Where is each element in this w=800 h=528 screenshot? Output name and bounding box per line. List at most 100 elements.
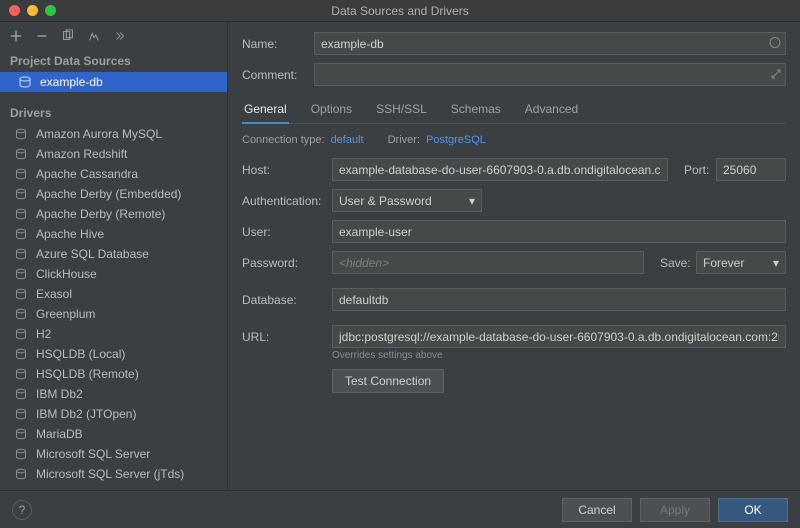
driver-item[interactable]: HSQLDB (Local) — [0, 344, 227, 364]
driver-icon — [14, 127, 28, 141]
driver-label: Amazon Redshift — [36, 147, 127, 161]
datasources-heading: Project Data Sources — [0, 50, 227, 72]
driver-label: Apache Hive — [36, 227, 104, 241]
driver-label: H2 — [36, 327, 51, 341]
tab-schemas[interactable]: Schemas — [449, 98, 503, 123]
details-panel: Name: Comment: GeneralOptionsSSH/SSLSche… — [228, 22, 800, 490]
drivers-heading: Drivers — [0, 102, 227, 124]
driver-item[interactable]: Greenplum — [0, 304, 227, 324]
driver-label: Apache Cassandra — [36, 167, 138, 181]
auth-select[interactable]: User & Password ▾ — [332, 189, 482, 212]
sidebar: Project Data Sources example-db Drivers … — [0, 22, 228, 490]
cancel-button[interactable]: Cancel — [562, 498, 632, 522]
apply-button[interactable]: Apply — [640, 498, 710, 522]
remove-icon[interactable] — [34, 28, 50, 44]
reset-icon[interactable] — [112, 28, 128, 44]
window-title: Data Sources and Drivers — [0, 4, 800, 18]
driver-item[interactable]: Azure SQL Database — [0, 244, 227, 264]
datasource-label: example-db — [40, 75, 103, 89]
datasource-item[interactable]: example-db — [0, 72, 227, 92]
driver-label: ClickHouse — [36, 267, 97, 281]
driver-link[interactable]: PostgreSQL — [426, 134, 486, 146]
connection-summary: Connection type: default Driver: Postgre… — [242, 134, 786, 146]
expand-icon[interactable] — [771, 68, 781, 82]
help-button[interactable]: ? — [12, 500, 32, 520]
name-input[interactable] — [314, 32, 786, 55]
tab-options[interactable]: Options — [309, 98, 354, 123]
driver-icon — [14, 327, 28, 341]
driver-item[interactable]: Microsoft SQL Server (jTds) — [0, 464, 227, 484]
password-label: Password: — [242, 256, 332, 270]
add-icon[interactable] — [8, 28, 24, 44]
driver-label: Microsoft SQL Server (jTds) — [36, 467, 184, 481]
driver-item[interactable]: MariaDB — [0, 424, 227, 444]
driver-label: Greenplum — [36, 307, 95, 321]
chevron-down-icon: ▾ — [469, 194, 475, 208]
tab-advanced[interactable]: Advanced — [523, 98, 580, 123]
user-input[interactable] — [332, 220, 786, 243]
driver-icon — [14, 427, 28, 441]
drivers-list: Amazon Aurora MySQL Amazon Redshift Apache… — [0, 124, 227, 484]
driver-label: Driver: — [388, 134, 420, 146]
database-input[interactable] — [332, 288, 786, 311]
conntype-link[interactable]: default — [331, 134, 364, 146]
port-label: Port: — [684, 163, 716, 177]
driver-icon — [14, 267, 28, 281]
url-input[interactable] — [332, 325, 786, 348]
save-label: Save: — [660, 256, 696, 270]
driver-icon — [14, 207, 28, 221]
tab-sshssl[interactable]: SSH/SSL — [374, 98, 429, 123]
driver-item[interactable]: Apache Derby (Embedded) — [0, 184, 227, 204]
url-note: Overrides settings above — [332, 350, 786, 361]
driver-icon — [14, 247, 28, 261]
driver-item[interactable]: IBM Db2 — [0, 384, 227, 404]
driver-icon — [14, 447, 28, 461]
driver-icon — [14, 307, 28, 321]
driver-label: IBM Db2 (JTOpen) — [36, 407, 136, 421]
driver-icon — [14, 407, 28, 421]
driver-label: Apache Derby (Remote) — [36, 207, 165, 221]
driver-label: MariaDB — [36, 427, 83, 441]
sidebar-toolbar — [0, 22, 227, 50]
driver-label: Apache Derby (Embedded) — [36, 187, 181, 201]
tab-bar: General Options SSH/SSL Schemas Advanced — [242, 98, 786, 124]
driver-item[interactable]: Amazon Aurora MySQL — [0, 124, 227, 144]
driver-item[interactable]: HSQLDB (Remote) — [0, 364, 227, 384]
password-input[interactable] — [332, 251, 644, 274]
window-titlebar: Data Sources and Drivers — [0, 0, 800, 22]
color-picker-icon[interactable] — [769, 36, 781, 51]
host-label: Host: — [242, 163, 332, 177]
driver-label: Exasol — [36, 287, 72, 301]
port-input[interactable] — [716, 158, 786, 181]
host-input[interactable] — [332, 158, 668, 181]
tab-general[interactable]: General — [242, 98, 289, 124]
driver-item[interactable]: Apache Hive — [0, 224, 227, 244]
driver-icon — [14, 367, 28, 381]
driver-item[interactable]: Apache Derby (Remote) — [0, 204, 227, 224]
driver-item[interactable]: Apache Cassandra — [0, 164, 227, 184]
driver-item[interactable]: IBM Db2 (JTOpen) — [0, 404, 227, 424]
auth-label: Authentication: — [242, 194, 332, 208]
driver-item[interactable]: Amazon Redshift — [0, 144, 227, 164]
save-select[interactable]: Forever ▾ — [696, 251, 786, 274]
driver-icon — [14, 147, 28, 161]
driver-icon — [14, 347, 28, 361]
test-connection-button[interactable]: Test Connection — [332, 369, 444, 393]
driver-label: Azure SQL Database — [36, 247, 149, 261]
dialog-footer: ? Cancel Apply OK — [0, 490, 800, 528]
driver-item[interactable]: Exasol — [0, 284, 227, 304]
driver-item[interactable]: Microsoft SQL Server — [0, 444, 227, 464]
datasources-list: example-db — [0, 72, 227, 92]
driver-icon — [14, 287, 28, 301]
conntype-label: Connection type: — [242, 134, 325, 146]
driver-icon — [14, 467, 28, 481]
settings-icon[interactable] — [86, 28, 102, 44]
datasource-icon — [18, 75, 32, 89]
comment-input[interactable] — [314, 63, 786, 86]
driver-label: Microsoft SQL Server — [36, 447, 150, 461]
ok-button[interactable]: OK — [718, 498, 788, 522]
driver-item[interactable]: ClickHouse — [0, 264, 227, 284]
driver-item[interactable]: H2 — [0, 324, 227, 344]
copy-icon[interactable] — [60, 28, 76, 44]
driver-icon — [14, 167, 28, 181]
